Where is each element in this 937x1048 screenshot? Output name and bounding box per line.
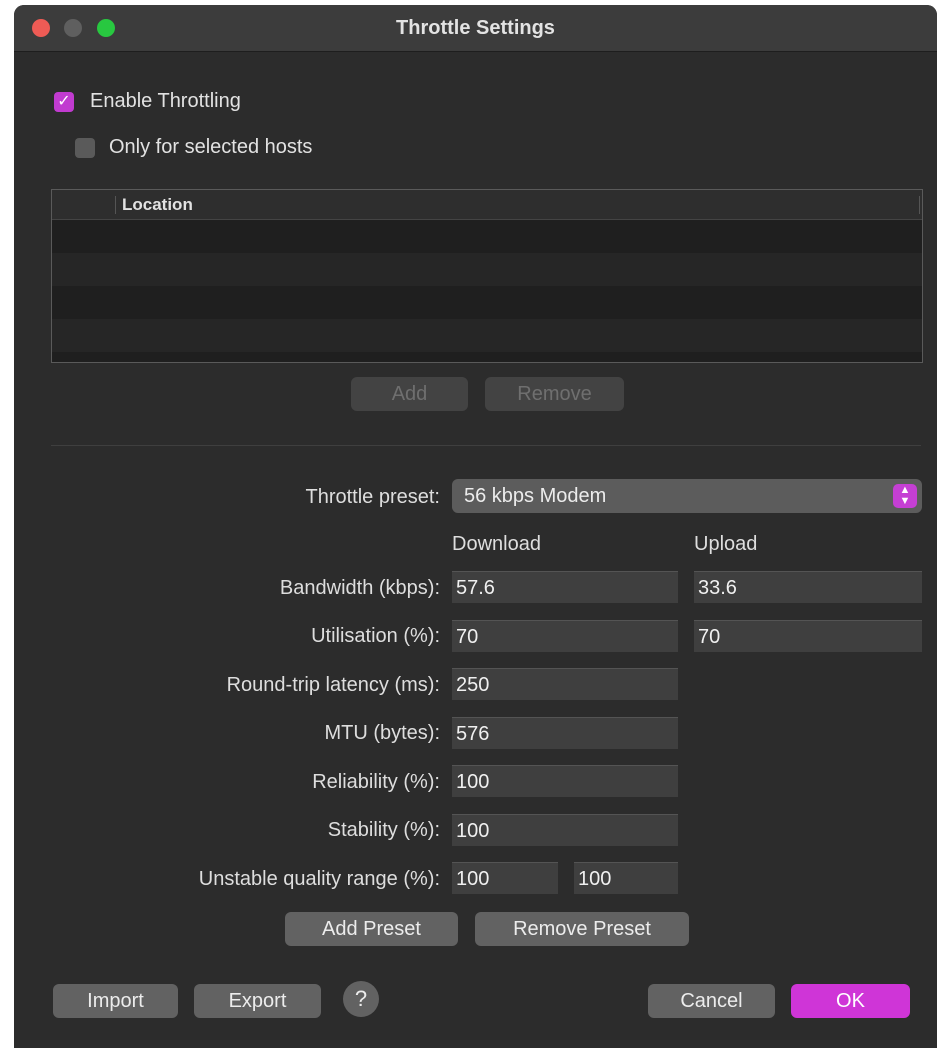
download-column-label: Download — [452, 533, 541, 555]
title-bar[interactable]: Throttle Settings — [14, 5, 937, 52]
bandwidth-download-field[interactable] — [452, 571, 678, 603]
table-row[interactable] — [52, 253, 922, 286]
upload-column-label: Upload — [694, 533, 758, 555]
utilisation-download-field[interactable] — [452, 620, 678, 652]
remove-preset-button[interactable]: Remove Preset — [475, 912, 689, 946]
throttle-settings-window: Throttle Settings ✓ Enable Throttling On… — [14, 5, 937, 1048]
stability-field[interactable] — [452, 814, 678, 846]
unstable-range-label: Unstable quality range (%): — [198, 868, 440, 890]
enable-throttling-label[interactable]: Enable Throttling — [90, 90, 241, 113]
table-row[interactable] — [52, 286, 922, 319]
unstable-range-max-field[interactable] — [574, 862, 678, 894]
up-down-arrows-icon: ▲ ▼ — [893, 484, 917, 508]
bandwidth-upload-field[interactable] — [694, 571, 922, 603]
enable-throttling-checkbox[interactable]: ✓ — [54, 92, 74, 112]
selected-hosts-label[interactable]: Only for selected hosts — [109, 136, 312, 159]
maximize-window-button[interactable] — [97, 19, 115, 37]
latency-label: Round-trip latency (ms): — [226, 674, 440, 696]
window-title: Throttle Settings — [396, 17, 555, 39]
import-button[interactable]: Import — [53, 984, 178, 1018]
selected-hosts-checkbox[interactable] — [75, 138, 95, 158]
ok-button[interactable]: OK — [791, 984, 910, 1018]
add-preset-button[interactable]: Add Preset — [285, 912, 458, 946]
table-row[interactable] — [52, 220, 922, 253]
hosts-table-header: Location — [52, 190, 922, 220]
hosts-table[interactable]: Location — [51, 189, 923, 363]
column-divider — [919, 196, 920, 214]
utilisation-upload-field[interactable] — [694, 620, 922, 652]
add-host-button[interactable]: Add — [351, 377, 468, 411]
bandwidth-label: Bandwidth (kbps): — [279, 577, 440, 599]
stability-label: Stability (%): — [327, 819, 440, 841]
location-column-header[interactable]: Location — [122, 195, 193, 215]
close-window-button[interactable] — [32, 19, 50, 37]
mtu-field[interactable] — [452, 717, 678, 749]
remove-host-button[interactable]: Remove — [485, 377, 624, 411]
throttle-preset-label: Throttle preset: — [305, 486, 440, 508]
mtu-label: MTU (bytes): — [324, 722, 440, 744]
help-icon[interactable]: ? — [343, 981, 379, 1017]
minimize-window-button[interactable] — [64, 19, 82, 37]
table-row[interactable] — [52, 319, 922, 352]
throttle-preset-value: 56 kbps Modem — [464, 485, 607, 507]
cancel-button[interactable]: Cancel — [648, 984, 775, 1018]
reliability-label: Reliability (%): — [312, 771, 440, 793]
utilisation-label: Utilisation (%): — [311, 625, 440, 647]
section-divider — [51, 445, 921, 446]
reliability-field[interactable] — [452, 765, 678, 797]
latency-field[interactable] — [452, 668, 678, 700]
export-button[interactable]: Export — [194, 984, 321, 1018]
column-divider — [115, 196, 116, 214]
throttle-preset-select[interactable]: 56 kbps Modem ▲ ▼ — [452, 479, 922, 513]
unstable-range-min-field[interactable] — [452, 862, 558, 894]
